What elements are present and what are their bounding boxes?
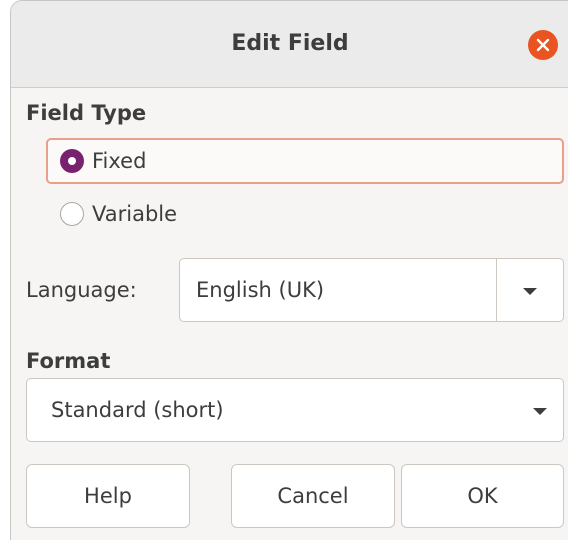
radio-variable-label: Variable (92, 202, 178, 226)
format-heading: Format (26, 349, 111, 373)
language-combobox[interactable]: English (UK) (179, 258, 564, 322)
radio-checked-indicator (60, 149, 84, 173)
radio-fixed[interactable]: Fixed (46, 138, 564, 184)
language-label: Language: (26, 278, 137, 302)
combo-divider (496, 259, 497, 321)
chevron-down-icon[interactable] (533, 408, 547, 415)
field-type-heading: Field Type (26, 101, 147, 125)
format-combobox[interactable]: Standard (short) (26, 378, 564, 442)
radio-unchecked-indicator (60, 202, 84, 226)
help-button[interactable]: Help (26, 464, 190, 528)
dialog-title: Edit Field (231, 31, 349, 56)
cancel-button[interactable]: Cancel (231, 464, 395, 528)
ok-button[interactable]: OK (401, 464, 564, 528)
close-icon (536, 38, 550, 52)
edit-field-dialog: Edit Field Field Type Fixed Variable Lan… (10, 0, 568, 540)
close-button[interactable] (528, 30, 558, 60)
radio-variable[interactable]: Variable (60, 198, 177, 230)
radio-fixed-label: Fixed (92, 149, 147, 173)
language-value: English (UK) (196, 278, 325, 302)
chevron-down-icon[interactable] (523, 288, 537, 295)
format-value: Standard (short) (51, 398, 224, 422)
title-bar: Edit Field (11, 1, 568, 88)
